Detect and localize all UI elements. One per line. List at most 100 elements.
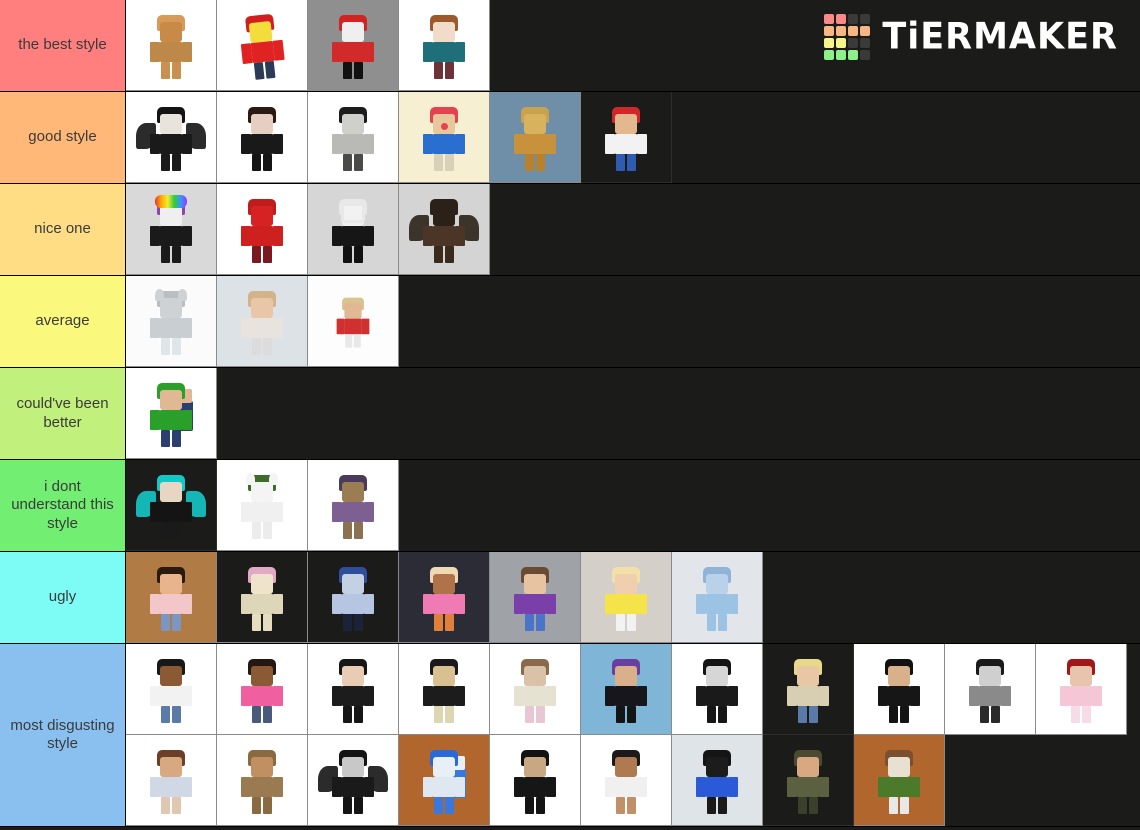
- tier-list-canvas: TiERMAKER the best style good style nice o…: [0, 0, 1140, 830]
- avatar-head: [615, 666, 637, 686]
- tier-item-red-star-shirt-avatar[interactable]: [308, 0, 399, 91]
- avatar-leg-left: [707, 706, 716, 723]
- tier-item-black-hooded-avatar[interactable]: [490, 735, 581, 826]
- avatar-leg-right: [263, 246, 272, 263]
- avatar-torso: [615, 134, 637, 154]
- tier-item-blonde-beige-sweater-avatar[interactable]: [763, 644, 854, 735]
- tier-item-red-bodysuit-avatar[interactable]: [217, 184, 308, 275]
- avatar-arm-left: [787, 686, 797, 706]
- tier-item-blonde-pumpkin-mask-avatar[interactable]: [217, 276, 308, 367]
- tier-item-blue-blocky-shirt-avatar[interactable]: [672, 735, 763, 826]
- tier-item-neon-tie-dye-avatar[interactable]: [399, 552, 490, 643]
- tier-item-teddy-bear-cat-ears-avatar[interactable]: [399, 644, 490, 735]
- tier-item-red-hat-overalls-avatar[interactable]: [308, 276, 399, 367]
- avatar-leg-right: [172, 62, 181, 79]
- tier-label-most-disgusting-style[interactable]: most disgusting style: [0, 644, 126, 826]
- tier-item-rainbow-clown-avatar[interactable]: [399, 92, 490, 183]
- tier-item-brown-hair-teal-jacket-avatar[interactable]: [399, 0, 490, 91]
- tier-item-green-red-duo-avatar[interactable]: [126, 368, 217, 459]
- avatar-torso: [342, 134, 364, 154]
- tier-item-purple-top-screaming-avatar[interactable]: [490, 552, 581, 643]
- avatar-arm-left: [241, 777, 251, 797]
- tier-item-brown-hood-green-shirt-avatar[interactable]: [854, 735, 945, 826]
- avatar-figure: [418, 655, 470, 723]
- avatar-arm-right: [273, 777, 283, 797]
- avatar-image: [126, 276, 216, 366]
- avatar-arm-left: [241, 594, 251, 614]
- tier-item-braids-crop-top-avatar[interactable]: [126, 644, 217, 735]
- avatar-image: [490, 644, 580, 734]
- tier-item-black-bun-dark-outfit-avatar[interactable]: [308, 644, 399, 735]
- tier-item-cat-head-avatar[interactable]: [126, 0, 217, 91]
- tier-item-cat-ear-baseball-bat-avatar[interactable]: [581, 644, 672, 735]
- avatar-arm-right: [364, 594, 374, 614]
- tier-item-emo-red-logo-avatar[interactable]: [217, 92, 308, 183]
- tier-item-pink-jacket-avatar[interactable]: [217, 644, 308, 735]
- tier-item-black-shirt-black-hair-avatar[interactable]: [854, 644, 945, 735]
- tier-label-the-best-style[interactable]: the best style: [0, 0, 126, 91]
- avatar-arm-left: [241, 502, 251, 522]
- avatar-arm-right: [728, 777, 738, 797]
- avatar-figure: [327, 195, 379, 263]
- avatar-image: [581, 644, 671, 734]
- tier-item-red-cap-white-tee-avatar[interactable]: [581, 92, 672, 183]
- tier-item-blue-cap-crying-avatar[interactable]: [308, 552, 399, 643]
- tier-label-average[interactable]: average: [0, 276, 126, 367]
- avatar-image: [217, 460, 307, 550]
- tier-item-red-yellow-blocky-avatar[interactable]: [217, 0, 308, 91]
- tier-item-pastel-bow-avatar[interactable]: [490, 644, 581, 735]
- avatar-leg-left: [161, 154, 170, 171]
- avatar-figure: [236, 746, 288, 814]
- tier-row: ugly: [0, 552, 1140, 644]
- tier-item-blue-antler-hoodie-avatar[interactable]: [672, 552, 763, 643]
- tier-label-good-style[interactable]: good style: [0, 92, 126, 183]
- tier-item-library-glasses-avatar[interactable]: [126, 552, 217, 643]
- tier-item-curly-hair-white-top-avatar[interactable]: [581, 735, 672, 826]
- avatar-head: [251, 757, 273, 777]
- avatar-torso: [615, 686, 637, 706]
- tier-item-grey-hoodie-spiky-hair-avatar[interactable]: [945, 644, 1036, 735]
- tier-item-military-uniform-avatar[interactable]: [763, 735, 854, 826]
- avatar-leg-right: [172, 246, 181, 263]
- tier-item-grey-suit-beard-avatar[interactable]: [308, 92, 399, 183]
- avatar-arm-right: [455, 594, 465, 614]
- avatar-figure: [145, 563, 197, 631]
- avatar-leg-right: [354, 154, 363, 171]
- tier-item-brown-hair-denim-avatar[interactable]: [126, 735, 217, 826]
- avatar-arm-left: [878, 686, 888, 706]
- tier-item-tv-head-avatar[interactable]: [308, 184, 399, 275]
- tier-item-black-gold-wing-avatar[interactable]: [126, 92, 217, 183]
- avatar-torso: [251, 134, 273, 154]
- tier-item-yellow-shirt-long-hair-avatar[interactable]: [581, 552, 672, 643]
- avatar-leg-left: [798, 706, 807, 723]
- avatar-head: [524, 114, 546, 134]
- tier-label-nice-one[interactable]: nice one: [0, 184, 126, 275]
- tier-item-pink-hair-maid-avatar[interactable]: [217, 552, 308, 643]
- avatar-arm-right: [546, 134, 556, 154]
- tier-item-rainbow-wings-avatar[interactable]: [126, 460, 217, 551]
- tier-item-red-hair-pink-dress-avatar[interactable]: [1036, 644, 1127, 735]
- tier-item-blue-white-furry-avatar[interactable]: [399, 735, 490, 826]
- tier-label-could-ve-been-better[interactable]: could've been better: [0, 368, 126, 459]
- tier-item-black-spiky-cloak-avatar[interactable]: [308, 735, 399, 826]
- avatar-leg-right: [354, 797, 363, 814]
- tier-item-white-bear-plush-avatar[interactable]: [217, 460, 308, 551]
- avatar-arm-left: [332, 134, 342, 154]
- avatar-leg-left: [252, 706, 261, 723]
- avatar-leg-right: [263, 706, 272, 723]
- tier-items-1: [126, 92, 1140, 183]
- tier-item-long-black-hair-avatar[interactable]: [672, 644, 763, 735]
- tier-item-purple-cat-hood-avatar[interactable]: [308, 460, 399, 551]
- avatar-arm-left: [150, 502, 160, 522]
- avatar-head: [706, 574, 728, 594]
- tier-item-grey-wolf-hoodie-avatar[interactable]: [126, 276, 217, 367]
- tier-item-burger-costume-avatar[interactable]: [490, 92, 581, 183]
- tier-label-ugly[interactable]: ugly: [0, 552, 126, 643]
- avatar-image: [490, 92, 580, 182]
- tier-item-brown-winged-avatar[interactable]: [399, 184, 490, 275]
- tier-item-tan-outfit-avatar[interactable]: [217, 735, 308, 826]
- tier-label-i-dont-understand-this-style[interactable]: i dont understand this style: [0, 460, 126, 551]
- avatar-arm-right: [364, 226, 374, 246]
- avatar-leg-left: [525, 797, 534, 814]
- tier-item-rainbow-hair-black-outfit-avatar[interactable]: [126, 184, 217, 275]
